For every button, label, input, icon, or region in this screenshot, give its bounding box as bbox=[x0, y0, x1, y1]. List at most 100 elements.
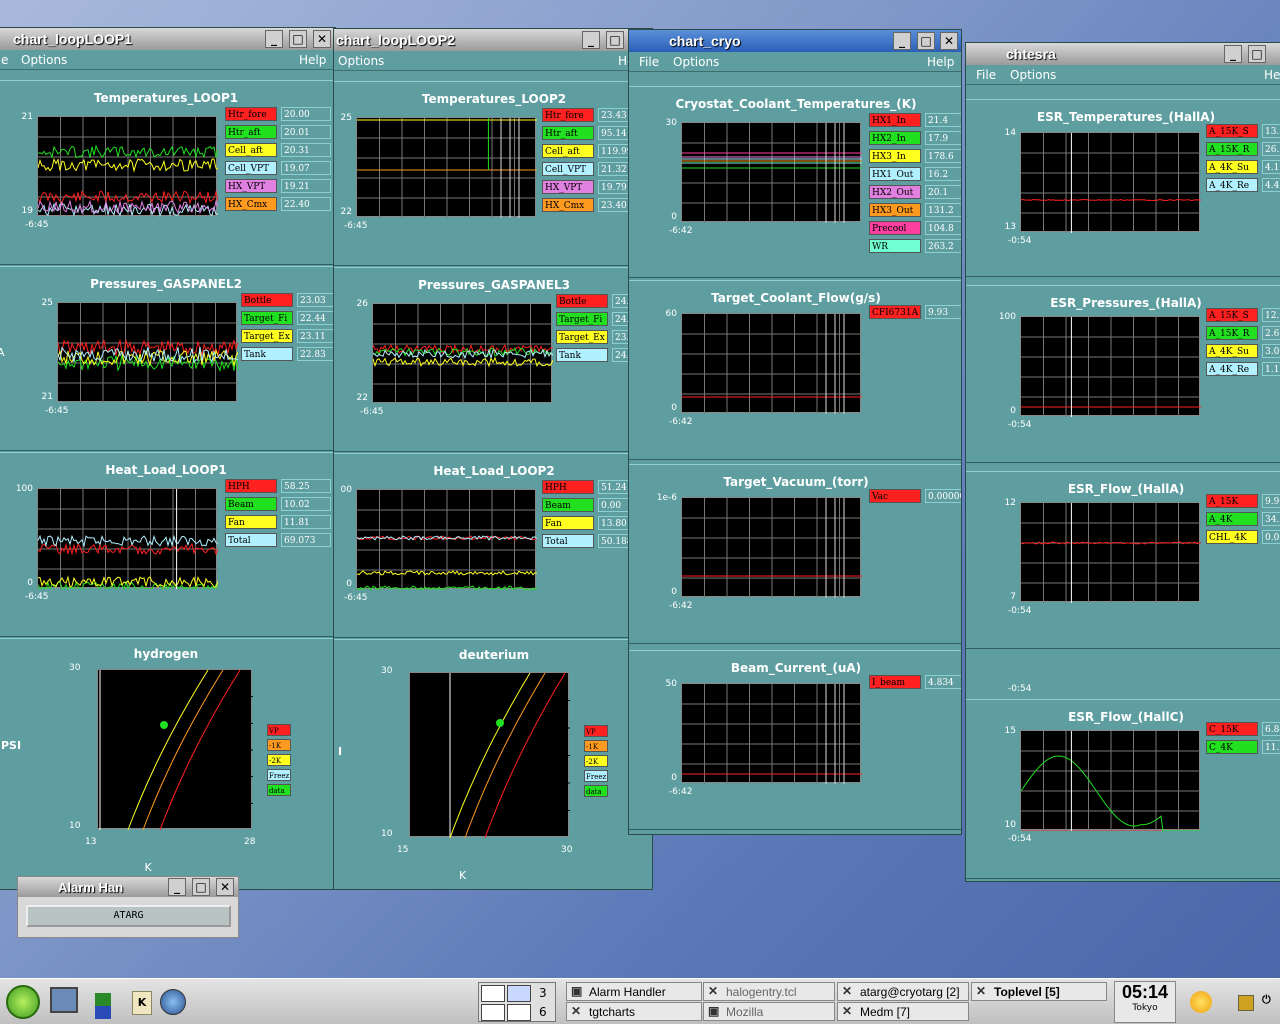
system-monitor-icon[interactable] bbox=[95, 993, 111, 1019]
legend-vac[interactable]: Vac bbox=[869, 489, 921, 503]
legend-c4k[interactable]: C_4K bbox=[1206, 740, 1258, 754]
task-tgtcharts[interactable]: ✕ tgtcharts bbox=[566, 1002, 702, 1021]
legend-fan[interactable]: Fan bbox=[542, 516, 594, 530]
minimize-icon[interactable]: _ bbox=[265, 30, 283, 48]
legend-cellaft[interactable]: Cell_aft bbox=[225, 143, 277, 157]
menu-help[interactable]: Help bbox=[927, 55, 954, 69]
maximize-icon[interactable]: □ bbox=[192, 878, 210, 896]
window-alarm-handler[interactable]: Alarm Han _ □ ✕ ATARG bbox=[17, 876, 239, 938]
menu-file[interactable]: e bbox=[1, 53, 8, 67]
pager-desk-3[interactable]: 3 bbox=[539, 986, 547, 1000]
menu-help[interactable]: Help bbox=[299, 53, 326, 67]
legend-hxcmx[interactable]: HX_Cmx bbox=[542, 198, 594, 212]
legend-a15ks[interactable]: A_15K_S bbox=[1206, 308, 1258, 322]
legend-beam[interactable]: Beam bbox=[542, 498, 594, 512]
terminal-launcher-icon[interactable] bbox=[50, 987, 78, 1013]
titlebar[interactable]: chart_loopLOOP2 _ □ bbox=[334, 29, 652, 51]
task-atarg-terminal[interactable]: ✕ atarg@cryotarg [2] bbox=[837, 982, 969, 1001]
menu-options[interactable]: Options bbox=[1010, 68, 1056, 82]
legend-cfi6731a[interactable]: CFI6731A bbox=[869, 305, 921, 319]
logout-icon[interactable]: ⏻ bbox=[1262, 993, 1276, 1013]
legend-targetex[interactable]: Target_Ex bbox=[556, 330, 608, 344]
task-mozilla[interactable]: ▣ Mozilla bbox=[703, 1002, 835, 1021]
pager-desk-6[interactable]: 6 bbox=[539, 1005, 547, 1019]
legend-hph[interactable]: HPH bbox=[542, 480, 594, 494]
legend-a4ksu[interactable]: A_4K_Su bbox=[1206, 344, 1258, 358]
legend-freez[interactable]: Freez bbox=[267, 769, 291, 781]
legend-hxvpt[interactable]: HX_VPT bbox=[225, 179, 277, 193]
task-halogentry[interactable]: ✕ halogentry.tcl bbox=[703, 982, 835, 1001]
legend-cellaft[interactable]: Cell_aft bbox=[542, 144, 594, 158]
legend-data[interactable]: data bbox=[267, 784, 291, 796]
minimize-icon[interactable]: _ bbox=[168, 878, 186, 896]
legend-chl4k[interactable]: CHL_4K bbox=[1206, 530, 1258, 544]
clock[interactable]: 05:14 Tokyo bbox=[1114, 981, 1176, 1023]
legend-targetex[interactable]: Target_Ex bbox=[241, 329, 293, 343]
lock-icon[interactable] bbox=[1238, 995, 1254, 1011]
maximize-icon[interactable]: □ bbox=[289, 30, 307, 48]
legend-vp[interactable]: VP bbox=[267, 724, 291, 736]
legend-beam[interactable]: Beam bbox=[225, 497, 277, 511]
start-menu-icon[interactable] bbox=[6, 985, 40, 1019]
close-icon[interactable]: ✕ bbox=[216, 878, 234, 896]
legend-a15ks[interactable]: A_15K_S bbox=[1206, 124, 1258, 138]
legend-2k[interactable]: -2K bbox=[584, 755, 608, 767]
legend-data[interactable]: data bbox=[584, 785, 608, 797]
task-toplevel[interactable]: ✕ Toplevel [5] bbox=[971, 982, 1107, 1001]
konqueror-icon[interactable]: K bbox=[132, 991, 152, 1015]
window-esr[interactable]: chtesra _ □ File Options He ESR_Temperat… bbox=[965, 42, 1280, 882]
atarg-button[interactable]: ATARG bbox=[26, 905, 231, 927]
menu-help[interactable]: He bbox=[1264, 68, 1280, 82]
menu-file[interactable]: File bbox=[639, 55, 659, 69]
legend-total[interactable]: Total bbox=[542, 534, 594, 548]
legend-hph[interactable]: HPH bbox=[225, 479, 277, 493]
legend-a4ksu[interactable]: A_4K_Su bbox=[1206, 160, 1258, 174]
legend-a4k[interactable]: A_4K bbox=[1206, 512, 1258, 526]
close-icon[interactable]: ✕ bbox=[313, 30, 331, 48]
maximize-icon[interactable]: □ bbox=[1248, 45, 1266, 63]
legend-1k[interactable]: -1K bbox=[267, 739, 291, 751]
legend-1k[interactable]: -1K bbox=[584, 740, 608, 752]
legend-htrfore[interactable]: Htr_fore bbox=[225, 107, 277, 121]
legend-fan[interactable]: Fan bbox=[225, 515, 277, 529]
titlebar[interactable]: chart_cryo _ □ ✕ bbox=[629, 30, 961, 52]
legend-a4kre[interactable]: A_4K_Re bbox=[1206, 178, 1258, 192]
titlebar[interactable]: Alarm Han _ □ ✕ bbox=[18, 877, 238, 897]
legend-tank[interactable]: Tank bbox=[556, 348, 608, 362]
desktop-pager[interactable]: 3 6 bbox=[478, 982, 556, 1022]
maximize-icon[interactable]: □ bbox=[917, 32, 935, 50]
legend-bottle[interactable]: Bottle bbox=[556, 294, 608, 308]
menu-options[interactable]: Options bbox=[338, 54, 384, 68]
legend-htrfore[interactable]: Htr_fore bbox=[542, 108, 594, 122]
titlebar[interactable]: chtesra _ □ bbox=[966, 43, 1280, 65]
legend-hx3out[interactable]: HX3_Out bbox=[869, 203, 921, 217]
legend-hxvpt[interactable]: HX_VPT bbox=[542, 180, 594, 194]
legend-total[interactable]: Total bbox=[225, 533, 277, 547]
legend-freez[interactable]: Freez bbox=[584, 770, 608, 782]
legend-targetfi[interactable]: Target_Fi bbox=[556, 312, 608, 326]
legend-hx1out[interactable]: HX1_Out bbox=[869, 167, 921, 181]
window-loop1[interactable]: chart_loopLOOP1 _ □ ✕ e Options Help Tem… bbox=[0, 27, 336, 890]
legend-hx2out[interactable]: HX2_Out bbox=[869, 185, 921, 199]
legend-bottle[interactable]: Bottle bbox=[241, 293, 293, 307]
menu-options[interactable]: Options bbox=[21, 53, 67, 67]
legend-precool[interactable]: Precool bbox=[869, 221, 921, 235]
minimize-icon[interactable]: _ bbox=[1224, 45, 1242, 63]
titlebar[interactable]: chart_loopLOOP1 _ □ ✕ bbox=[0, 28, 335, 50]
legend-htraft[interactable]: Htr_aft bbox=[542, 126, 594, 140]
weather-sun-icon[interactable] bbox=[1190, 991, 1212, 1013]
legend-ibeam[interactable]: I_beam bbox=[869, 675, 921, 689]
legend-cellvpt[interactable]: Cell_VPT bbox=[225, 161, 277, 175]
task-alarm-handler[interactable]: ▣ Alarm Handler bbox=[566, 982, 702, 1001]
menu-file[interactable]: File bbox=[976, 68, 996, 82]
window-loop2[interactable]: chart_loopLOOP2 _ □ Options He Temperatu… bbox=[333, 28, 653, 890]
legend-htraft[interactable]: Htr_aft bbox=[225, 125, 277, 139]
legend-a15kr[interactable]: A_15K_R bbox=[1206, 326, 1258, 340]
maximize-icon[interactable]: □ bbox=[606, 31, 624, 49]
legend-hx2in[interactable]: HX2_In bbox=[869, 131, 921, 145]
legend-a15kr[interactable]: A_15K_R bbox=[1206, 142, 1258, 156]
minimize-icon[interactable]: _ bbox=[893, 32, 911, 50]
legend-wr[interactable]: WR bbox=[869, 239, 921, 253]
legend-a4kre[interactable]: A_4K_Re bbox=[1206, 362, 1258, 376]
menu-options[interactable]: Options bbox=[673, 55, 719, 69]
